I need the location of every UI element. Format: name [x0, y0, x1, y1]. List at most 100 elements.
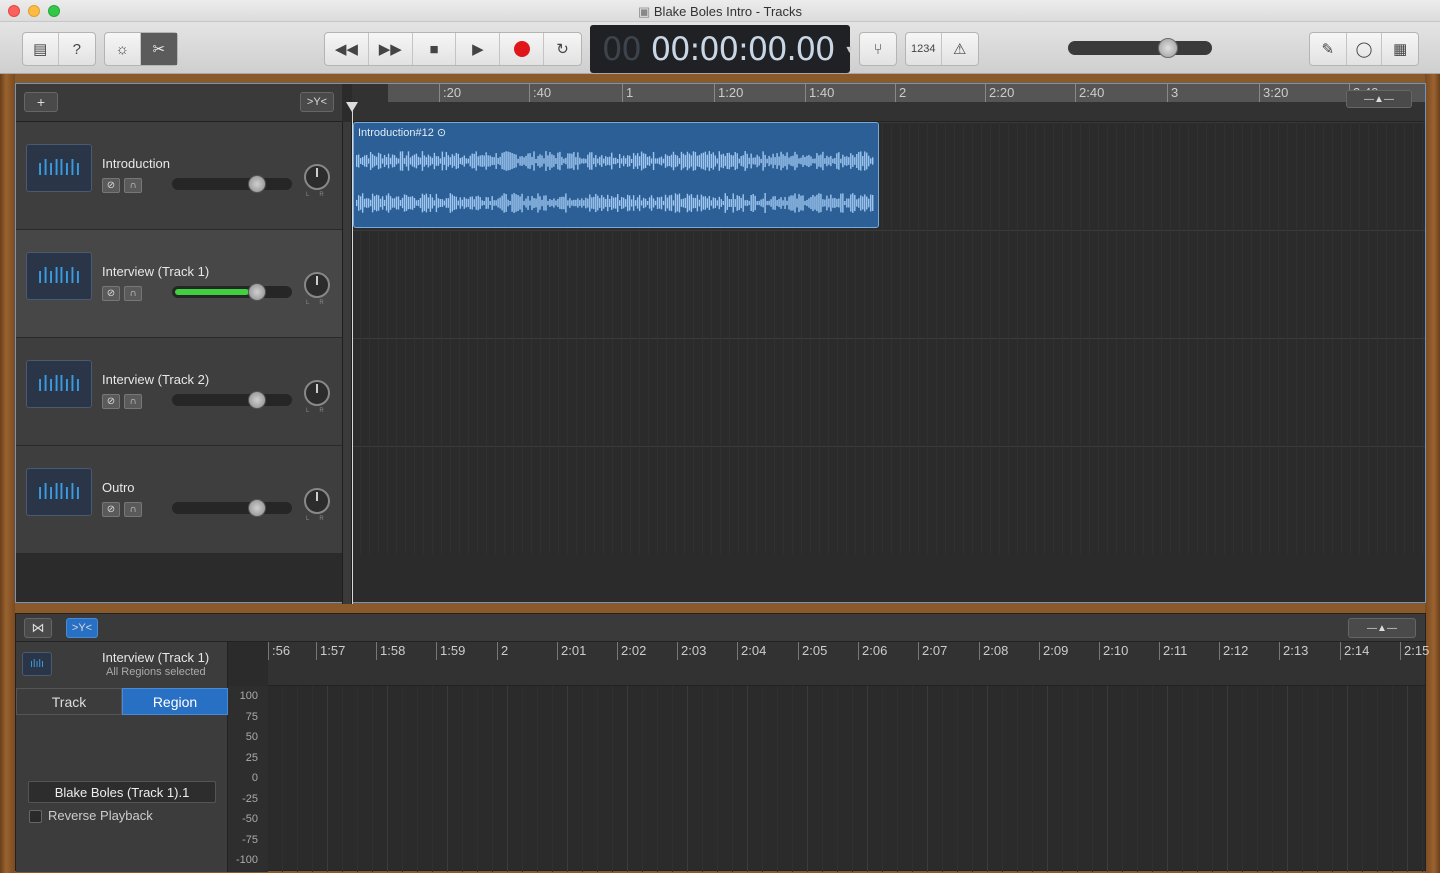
- track-list-divider[interactable]: [342, 122, 352, 604]
- headphones-icon: ∩: [129, 180, 137, 191]
- catch-playhead-button[interactable]: >Y<: [66, 618, 98, 638]
- count-in-label: 1234: [911, 43, 936, 55]
- solo-button[interactable]: ∩: [124, 178, 142, 193]
- editors-button[interactable]: ✂: [140, 33, 177, 65]
- reverse-playback-checkbox[interactable]: [29, 810, 42, 823]
- ruler-label: 2:04: [737, 642, 766, 660]
- y-tick-label: 75: [245, 711, 258, 723]
- help-button[interactable]: ?: [59, 33, 95, 65]
- track-volume-fader[interactable]: [172, 175, 292, 193]
- fader-knob[interactable]: [248, 499, 266, 517]
- audio-region[interactable]: Introduction#12 ⊙: [353, 122, 879, 228]
- ruler-label: 2:15: [1400, 642, 1429, 660]
- ruler-label: 1: [622, 84, 633, 102]
- solo-button[interactable]: ∩: [124, 502, 142, 517]
- pan-knob[interactable]: [304, 380, 330, 406]
- track-volume-fader[interactable]: [172, 283, 292, 301]
- metronome-button[interactable]: ⚠: [942, 33, 978, 65]
- lcd-display[interactable]: 00 00:00:00.00 ▾: [590, 25, 852, 73]
- editor-flex-button[interactable]: ⋈: [24, 618, 52, 638]
- track-volume-fader[interactable]: [172, 499, 292, 517]
- mute-button[interactable]: ⊘: [102, 178, 120, 193]
- stop-button[interactable]: ■: [413, 33, 457, 65]
- catch-icon: >Y<: [71, 622, 93, 634]
- track-header[interactable]: ılıllılı Interview (Track 2) ⊘ ∩ LR: [16, 338, 342, 446]
- audio-waveform-icon: ılılı: [22, 652, 52, 676]
- title-bar: ▣ Blake Boles Intro - Tracks: [0, 0, 1440, 22]
- media-browser-button[interactable]: ▦: [1382, 33, 1418, 65]
- flex-icon: ⋈: [31, 620, 45, 635]
- smart-controls-group: ☼ ✂: [104, 32, 178, 66]
- solo-button[interactable]: ∩: [124, 286, 142, 301]
- headphones-icon: ∩: [129, 396, 137, 407]
- editor-tabs: Track Region: [16, 688, 228, 715]
- ruler-label: 2:02: [617, 642, 646, 660]
- editor-track-name: Interview (Track 1): [102, 650, 210, 665]
- mute-button[interactable]: ⊘: [102, 286, 120, 301]
- toolbar: ▤ ? ☼ ✂ ◀◀ ▶▶ ■ ▶ ↻ 00 00:00:00.00 ▾ ⑂ 1…: [0, 22, 1440, 74]
- tab-region[interactable]: Region: [122, 688, 228, 715]
- count-in-button[interactable]: 1234: [906, 33, 942, 65]
- tab-track[interactable]: Track: [16, 688, 122, 715]
- pan-knob[interactable]: [304, 488, 330, 514]
- reverse-playback-label: Reverse Playback: [48, 808, 153, 823]
- track-header[interactable]: ılıllılı Introduction ⊘ ∩ LR: [16, 122, 342, 230]
- track-header[interactable]: ılıllılı Interview (Track 1) ⊘ ∩ LR: [16, 230, 342, 338]
- ruler-label: 3: [1167, 84, 1178, 102]
- play-button[interactable]: ▶: [456, 33, 501, 65]
- mute-button[interactable]: ⊘: [102, 502, 120, 517]
- tuner-group: ⑂: [859, 32, 897, 66]
- ruler-label: 2:09: [1039, 642, 1068, 660]
- track-name: Interview (Track 1): [102, 264, 210, 279]
- rewind-button[interactable]: ◀◀: [325, 33, 369, 65]
- fader-knob[interactable]: [248, 283, 266, 301]
- volume-knob[interactable]: [1158, 38, 1178, 58]
- mute-icon: ⊘: [106, 504, 116, 515]
- y-tick-label: -75: [242, 834, 258, 846]
- playhead[interactable]: [352, 106, 353, 604]
- ruler-label: 2:10: [1099, 642, 1128, 660]
- catch-playhead-button[interactable]: >Y<: [300, 92, 334, 112]
- region-name-field[interactable]: Blake Boles (Track 1).1: [28, 781, 216, 803]
- y-tick-label: -100: [235, 854, 258, 866]
- pan-knob[interactable]: [304, 164, 330, 190]
- notepad-button[interactable]: ✎: [1310, 33, 1347, 65]
- library-button[interactable]: ▤: [23, 33, 59, 65]
- add-track-button[interactable]: +: [24, 92, 58, 112]
- smart-controls-button[interactable]: ☼: [105, 33, 141, 65]
- timeline-ruler[interactable]: :20 :40 1 1:20 1:40 2 2:20 2:40 3 3:20 3…: [352, 84, 1425, 122]
- editor-toolbar: ⋈ >Y< —▲—: [16, 614, 1425, 642]
- editor-ruler[interactable]: :56 1:57 1:58 1:59 2 2:01 2:02 2:03 2:04…: [268, 642, 1429, 686]
- smart-controls-icon: ☼: [115, 40, 130, 58]
- track-name: Introduction: [102, 156, 170, 171]
- right-panels-group: ✎ ◯ ▦: [1309, 32, 1419, 66]
- loop-browser-button[interactable]: ◯: [1347, 33, 1383, 65]
- editor-grid[interactable]: [268, 686, 1425, 872]
- ruler-label: 2:03: [677, 642, 706, 660]
- track-volume-fader[interactable]: [172, 391, 292, 409]
- ruler-label: 2:13: [1279, 642, 1308, 660]
- solo-button[interactable]: ∩: [124, 394, 142, 409]
- fader-knob[interactable]: [248, 175, 266, 193]
- plus-icon: +: [36, 94, 46, 110]
- tuner-button[interactable]: ⑂: [860, 33, 896, 65]
- track-name: Interview (Track 2): [102, 372, 210, 387]
- editor-zoom-slider[interactable]: —▲—: [1348, 618, 1416, 638]
- pan-knob[interactable]: [304, 272, 330, 298]
- horizontal-zoom-slider[interactable]: —▲—: [1346, 90, 1412, 108]
- playhead-handle[interactable]: [346, 102, 358, 112]
- fader-knob[interactable]: [248, 391, 266, 409]
- mute-button[interactable]: ⊘: [102, 394, 120, 409]
- master-volume-slider[interactable]: [1068, 38, 1212, 58]
- audio-waveform-icon: ılıllılı: [26, 468, 92, 516]
- help-icon: ?: [72, 40, 81, 58]
- y-tick-label: 0: [251, 772, 258, 784]
- record-button[interactable]: [500, 33, 545, 65]
- chevron-down-icon[interactable]: ▾: [846, 42, 852, 56]
- metronome-icon: ⚠: [953, 41, 967, 58]
- headphones-icon: ∩: [129, 288, 137, 299]
- cycle-button[interactable]: ↻: [544, 33, 581, 65]
- stop-icon: ■: [429, 40, 439, 58]
- track-header[interactable]: ılıllılı Outro ⊘ ∩ LR: [16, 446, 342, 554]
- fast-forward-button[interactable]: ▶▶: [369, 33, 413, 65]
